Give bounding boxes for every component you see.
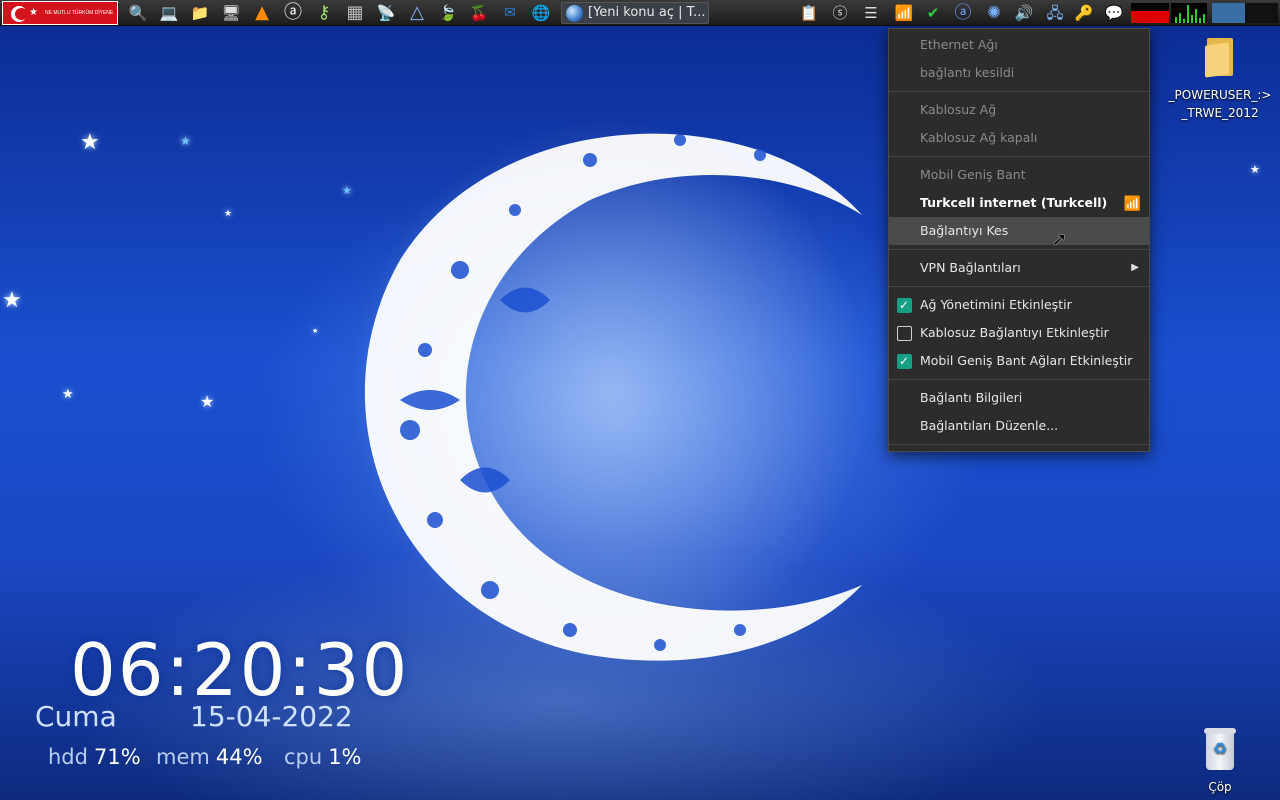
- volume-icon[interactable]: 🔊: [1012, 2, 1036, 24]
- flag-slogan: NE MUTLU TÜRKÜM DİYENE: [45, 10, 114, 16]
- vlc-icon[interactable]: ▲: [250, 2, 274, 24]
- network-drive-icon[interactable]: 🖧: [1043, 2, 1067, 24]
- calculator-icon[interactable]: ▦: [343, 2, 367, 24]
- inkscape-icon[interactable]: △: [405, 2, 429, 24]
- avast-tray-icon[interactable]: ⓐ: [951, 2, 975, 24]
- chat-icon[interactable]: 💬: [1102, 2, 1126, 24]
- star-decoration: ★: [200, 392, 215, 411]
- submenu-arrow-icon: ▶: [1131, 262, 1139, 273]
- key-icon[interactable]: 🔑: [1072, 2, 1096, 24]
- menu-icon[interactable]: ☰: [859, 2, 883, 24]
- disconnect-item[interactable]: Bağlantıyı Kes: [889, 217, 1149, 245]
- mouse-cursor-icon: ➚: [1052, 229, 1068, 250]
- recycle-bin-icon: ♻: [1202, 728, 1238, 772]
- connection-info-item[interactable]: Bağlantı Bilgileri: [889, 384, 1149, 412]
- mem-label: mem: [156, 745, 210, 769]
- trash-bin[interactable]: ♻ Çöp: [1192, 728, 1248, 796]
- menu-separator: [889, 249, 1149, 250]
- turkcell-connection-item[interactable]: Turkcell internet (Turkcell) 📶: [889, 189, 1149, 217]
- wireless-header: Kablosuz Ağ: [920, 102, 997, 117]
- network-menu: Ethernet Ağı bağlantı kesildi Kablosuz A…: [888, 28, 1150, 452]
- computer-icon[interactable]: 💻: [157, 2, 181, 24]
- star-decoration: ★: [1250, 163, 1260, 176]
- folder-icon[interactable]: 📁: [188, 2, 212, 24]
- star-decoration: ★: [224, 209, 233, 219]
- clock-day: Cuma: [35, 700, 117, 733]
- turkcell-connection-label: Turkcell internet (Turkcell): [920, 195, 1108, 210]
- task-title: [Yeni konu aç | T...: [588, 5, 706, 20]
- satellite-icon[interactable]: 📡: [374, 2, 398, 24]
- shield-check-icon[interactable]: ✔: [921, 2, 945, 24]
- signal-strength-icon: 📶: [1123, 196, 1141, 212]
- flag-crescent-icon: [11, 6, 28, 22]
- enable-mobile-label: Mobil Geniş Bant Ağları Etkinleştir: [920, 353, 1133, 368]
- vpn-connections-item[interactable]: VPN Bağlantıları ▶: [889, 254, 1149, 282]
- avast-icon[interactable]: ⓐ: [281, 2, 305, 24]
- mem-value: 44%: [215, 745, 263, 769]
- clock-date: 15-04-2022: [190, 700, 353, 733]
- menu-separator: [889, 156, 1149, 157]
- active-window-task-button[interactable]: [Yeni konu aç | T...: [561, 2, 709, 24]
- clipboard-icon[interactable]: 📋: [797, 2, 821, 24]
- enable-mobile-checkbox[interactable]: [897, 347, 912, 375]
- turkish-flag-logo[interactable]: ★ NE MUTLU TÜRKÜM DİYENE: [2, 1, 118, 25]
- taskbar: ★ NE MUTLU TÜRKÜM DİYENE 🔍 💻 📁 🖥 ▲ ⓐ ⚷ ▦…: [0, 0, 1280, 26]
- star-decoration: ★: [62, 387, 74, 402]
- crescent-moon-artwork: [350, 120, 870, 661]
- ethernet-header: Ethernet Ağı: [920, 37, 998, 52]
- hdd-label: hdd: [48, 745, 88, 769]
- star-decoration: ★: [312, 327, 319, 335]
- star-decoration: ★: [180, 134, 191, 148]
- cpu-label: cpu: [284, 745, 323, 769]
- hdd-value: 71%: [93, 745, 141, 769]
- desktop-folder-label: _POWERUSER_:>_TRWE_2012: [1168, 88, 1272, 120]
- enable-wireless-item[interactable]: Kablosuz Bağlantıyı Etkinleştir: [889, 319, 1149, 347]
- mem-stat: mem 44%: [156, 745, 263, 769]
- enable-wireless-label: Kablosuz Bağlantıyı Etkinleştir: [920, 325, 1109, 340]
- monitor-icon[interactable]: 🖥: [219, 2, 243, 24]
- ethernet-status: bağlantı kesildi: [920, 65, 1015, 80]
- key-tool-icon[interactable]: ⚷: [312, 2, 336, 24]
- network-signal-icon[interactable]: 📶: [892, 2, 916, 24]
- wireless-status: Kablosuz Ağ kapalı: [920, 130, 1038, 145]
- enable-networking-label: Ağ Yönetimini Etkinleştir: [920, 297, 1072, 312]
- flag-star-icon: ★: [29, 7, 38, 18]
- leaf-icon[interactable]: 🍃: [436, 2, 460, 24]
- edit-connections-item[interactable]: Bağlantıları Düzenle...: [889, 412, 1149, 440]
- browser-globe-icon: [566, 5, 583, 22]
- folder-icon: [1205, 38, 1235, 78]
- mobile-broadband-header: Mobil Geniş Bant: [920, 167, 1026, 182]
- desktop-folder[interactable]: _POWERUSER_:>_TRWE_2012: [1168, 38, 1272, 122]
- menu-separator: [889, 91, 1149, 92]
- skype-icon[interactable]: ⓢ: [828, 2, 852, 24]
- cpu-monitor-widget[interactable]: [1131, 3, 1169, 23]
- menu-separator: [889, 286, 1149, 287]
- vpn-connections-label: VPN Bağlantıları: [920, 260, 1021, 275]
- outlook-icon[interactable]: ✉: [498, 2, 522, 24]
- cpu-value: 1%: [328, 745, 362, 769]
- network-monitor-widget[interactable]: [1171, 3, 1207, 23]
- enable-networking-item[interactable]: Ağ Yönetimini Etkinleştir: [889, 291, 1149, 319]
- enable-mobile-item[interactable]: Mobil Geniş Bant Ağları Etkinleştir: [889, 347, 1149, 375]
- search-icon[interactable]: 🔍: [126, 2, 150, 24]
- hdd-stat: hdd 71%: [48, 745, 141, 769]
- swirl-icon[interactable]: ✺: [982, 2, 1006, 24]
- cherry-icon[interactable]: 🍒: [467, 2, 491, 24]
- cpu-stat: cpu 1%: [284, 745, 362, 769]
- menu-separator: [889, 379, 1149, 380]
- trash-label: Çöp: [1208, 780, 1232, 794]
- enable-networking-checkbox[interactable]: [897, 291, 912, 319]
- workspace-pager[interactable]: [1212, 3, 1278, 23]
- enable-wireless-checkbox[interactable]: [897, 326, 912, 341]
- star-decoration: ★: [80, 130, 100, 155]
- menu-separator: [889, 444, 1149, 445]
- star-decoration: ★: [2, 288, 22, 313]
- browser-icon[interactable]: 🌐: [529, 2, 553, 24]
